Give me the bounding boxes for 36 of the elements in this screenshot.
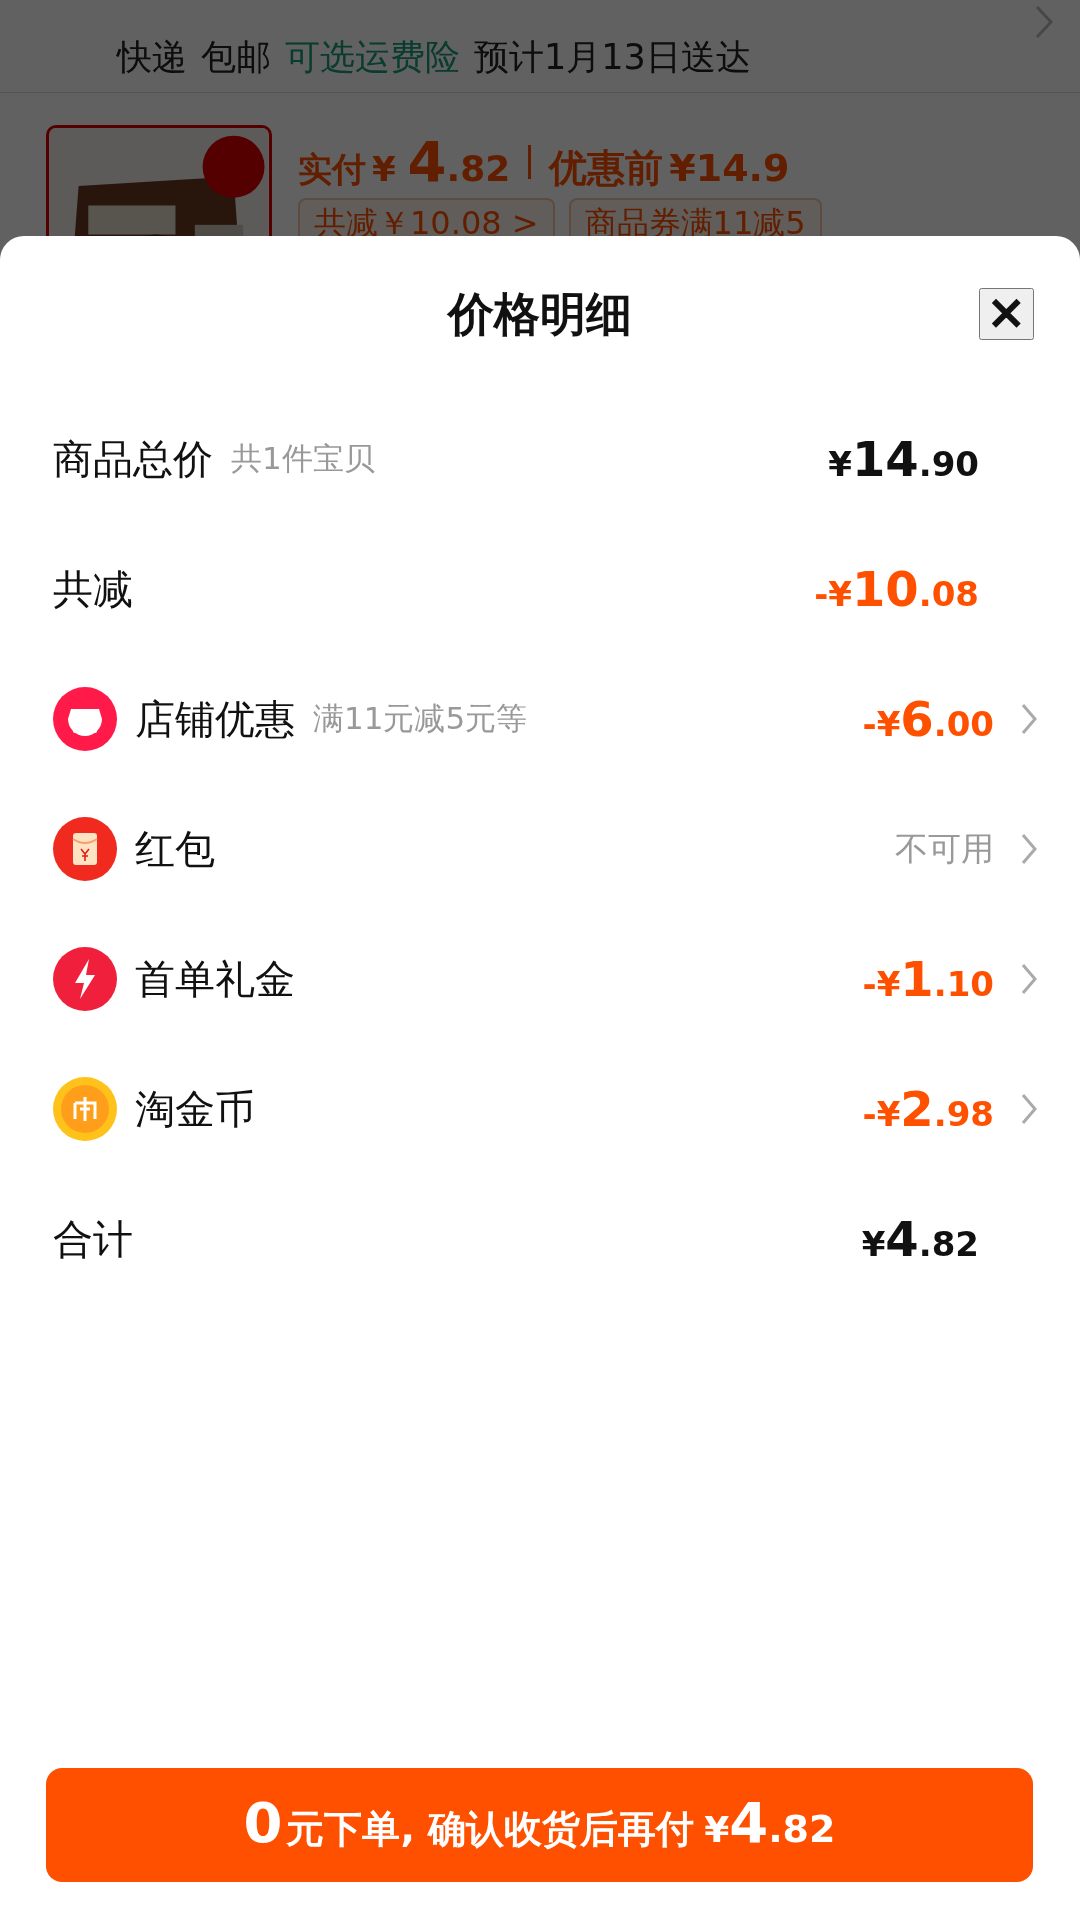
row-label: 共减 — [53, 564, 133, 614]
row-label: 红包 — [135, 824, 215, 874]
delivery-text: 包邮 — [201, 35, 271, 79]
chevron-right-icon[interactable] — [1020, 702, 1038, 736]
row-label: 合计 — [53, 1214, 133, 1264]
pay-button[interactable]: 0元下单, 确认收货后再付 ¥4.82 — [46, 1768, 1033, 1882]
price-amount: -¥10.08 — [814, 561, 979, 617]
shop-icon — [53, 687, 117, 751]
close-button[interactable]: ✕ — [979, 288, 1034, 340]
row-label: 商品总价 — [53, 434, 213, 484]
original-price-label: 优惠前 — [549, 145, 664, 192]
row-label: 淘金币 — [135, 1084, 255, 1134]
chevron-right-icon[interactable] — [1020, 962, 1038, 996]
status-text: 不可用 — [895, 827, 994, 870]
row-label: 首单礼金 — [135, 954, 295, 1004]
chevron-right-icon[interactable] — [1034, 4, 1054, 40]
row-note: 满11元减5元等 — [313, 699, 528, 738]
sheet-title: 价格明细 — [448, 286, 632, 343]
row-note: 共1件宝贝 — [231, 439, 375, 478]
delivery-text: 预计1月13日送达 — [474, 35, 751, 79]
chevron-right-icon[interactable] — [1020, 832, 1038, 866]
paid-label: 实付 — [298, 148, 366, 191]
delivery-text: 快递 — [117, 35, 187, 79]
lightning-icon — [53, 947, 117, 1011]
coin-icon — [53, 1077, 117, 1141]
price-amount: -¥2.98 — [862, 1081, 994, 1137]
price-amount: ¥4.82 — [861, 1211, 979, 1267]
price-amount: -¥1.10 — [862, 951, 994, 1007]
price-amount: -¥6.00 — [862, 691, 994, 747]
original-price: ¥14.9 — [669, 146, 790, 190]
insurance-link[interactable]: 可选运费险 — [285, 33, 460, 81]
chevron-right-icon[interactable] — [1020, 1092, 1038, 1126]
paid-price: ¥ 4.82 — [372, 129, 511, 194]
price-amount: ¥14.90 — [828, 431, 979, 487]
envelope-icon — [53, 817, 117, 881]
row-label: 店铺优惠 — [135, 694, 295, 744]
